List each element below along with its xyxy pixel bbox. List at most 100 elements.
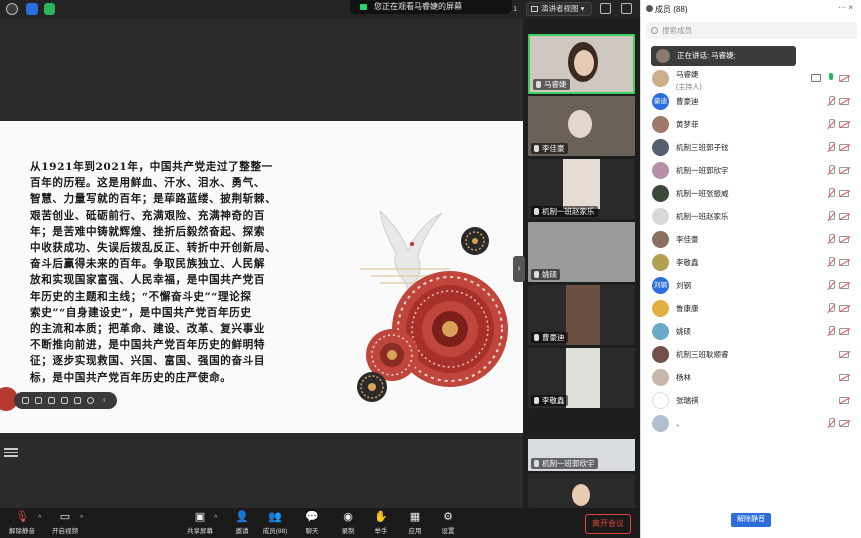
- participant-row[interactable]: 马睿婕 (主持人): [641, 68, 861, 91]
- members-button[interactable]: 👥 成员(88): [255, 510, 295, 536]
- mic-muted-icon[interactable]: [827, 188, 835, 199]
- chevron-right-icon: ›: [517, 263, 521, 274]
- participant-row[interactable]: 黄梦菲: [641, 114, 861, 136]
- pen-icon[interactable]: [22, 397, 29, 404]
- slide-text-line: 智慧、力量写就的百年；是荜路蓝缕、披荆斩棘、: [30, 193, 277, 206]
- participant-row[interactable]: 李佳豪: [641, 229, 861, 251]
- mic-muted-icon[interactable]: [827, 234, 835, 245]
- leave-meeting-button[interactable]: 离开会议: [585, 514, 631, 534]
- mic-muted-icon[interactable]: [827, 280, 835, 291]
- slide-text-line: 百年的历程。这是用鲜血、汗水、泪水、勇气、: [30, 177, 266, 190]
- avatar: [652, 254, 669, 271]
- info-icon[interactable]: [6, 3, 18, 15]
- camera-off-icon[interactable]: [839, 75, 849, 82]
- video-tile[interactable]: 马睿婕: [528, 34, 635, 94]
- chrysanthemum-small: [357, 372, 387, 402]
- share-screen-button[interactable]: ▣ 共享屏幕: [180, 510, 220, 536]
- erase-icon[interactable]: [74, 397, 81, 404]
- mic-muted-icon[interactable]: [827, 119, 835, 130]
- camera-off-icon[interactable]: [839, 351, 849, 358]
- mic-muted-icon[interactable]: [827, 165, 835, 176]
- video-tile[interactable]: 李敬鑫: [528, 348, 635, 408]
- mic-muted-icon[interactable]: [827, 142, 835, 153]
- camera-off-icon[interactable]: [839, 213, 849, 220]
- camera-off-icon[interactable]: [839, 305, 849, 312]
- gallery-collapse-tab[interactable]: ›: [513, 256, 525, 282]
- camera-off-icon[interactable]: [839, 236, 849, 243]
- screenshot-icon[interactable]: [48, 397, 55, 404]
- participant-row[interactable]: 机制三班郭子铉: [641, 137, 861, 159]
- fullscreen-icon[interactable]: [600, 3, 611, 14]
- camera-off-icon[interactable]: [839, 374, 849, 381]
- mic-muted-icon[interactable]: [827, 96, 835, 107]
- avatar: 刘钢: [652, 277, 669, 294]
- participant-row[interactable]: 机制一班郭欣宇: [641, 160, 861, 182]
- participant-row[interactable]: 李敬鑫: [641, 252, 861, 274]
- participant-row[interactable]: 机制三班耿顺睿: [641, 344, 861, 366]
- security-shield-icon[interactable]: [26, 3, 38, 15]
- participant-row[interactable]: 、: [641, 413, 861, 435]
- participant-row[interactable]: 刘钢 刘钢: [641, 275, 861, 297]
- mic-on-icon[interactable]: [827, 73, 835, 84]
- mic-muted-icon[interactable]: [827, 211, 835, 222]
- viewing-banner[interactable]: 您正在观看马睿婕的屏幕: [350, 0, 512, 14]
- sidebar-toggle-icon[interactable]: [621, 3, 632, 14]
- start-video-button[interactable]: ▭ 开启视频: [45, 510, 85, 536]
- avatar: [656, 49, 670, 63]
- participant-row[interactable]: 鲁康康: [641, 298, 861, 320]
- video-tile[interactable]: 机制一班赵家乐: [528, 159, 635, 219]
- more-icon[interactable]: [87, 397, 94, 404]
- slide-text-line: 奋斗后赢得未来的百年。争取民族独立、人民解: [30, 258, 266, 271]
- camera-off-icon[interactable]: [839, 144, 849, 151]
- speaker-view-button[interactable]: 演讲者视图 ▾: [526, 2, 592, 16]
- camera-off-icon[interactable]: [839, 328, 849, 335]
- participant-name: 鲁康康: [676, 304, 699, 313]
- share-options-caret[interactable]: ^: [214, 515, 217, 522]
- video-tile[interactable]: 机制一班郭欣宇: [528, 411, 635, 471]
- settings-button[interactable]: ⚙ 设置: [428, 510, 468, 536]
- camera-off-icon[interactable]: [839, 121, 849, 128]
- unmute-button[interactable]: 🎙 解除静音: [2, 510, 42, 536]
- participant-row[interactable]: 杨林: [641, 367, 861, 389]
- participant-row[interactable]: 张瑞祺: [641, 390, 861, 412]
- unmute-all-button[interactable]: 解除静音: [731, 513, 771, 527]
- participant-row[interactable]: 豪迪 曹豪迪: [641, 91, 861, 113]
- camera-off-icon[interactable]: [839, 420, 849, 427]
- audio-options-caret[interactable]: ^: [38, 515, 41, 522]
- camera-off-icon[interactable]: [839, 167, 849, 174]
- mic-muted-icon[interactable]: [827, 418, 835, 429]
- tile-name: 马睿婕: [533, 79, 570, 90]
- chat-button[interactable]: 💬 聊天: [292, 510, 332, 536]
- participant-name: 、: [676, 419, 684, 428]
- banner-text: 您正在观看马睿婕的屏幕: [374, 2, 462, 11]
- members-label: 成员(88): [262, 528, 288, 535]
- video-options-caret[interactable]: ^: [80, 515, 83, 522]
- participant-name: 姚硕: [676, 327, 691, 336]
- video-tile[interactable]: 曹豪迪: [528, 285, 635, 345]
- participant-row[interactable]: 姚硕: [641, 321, 861, 343]
- participant-name: 刘钢: [676, 281, 691, 290]
- collapse-arrow-icon[interactable]: ‹: [103, 395, 110, 404]
- participant-row[interactable]: 机制一班赵家乐: [641, 206, 861, 228]
- video-tile[interactable]: 李佳豪: [528, 96, 635, 156]
- camera-off-icon[interactable]: [839, 98, 849, 105]
- participant-face: [572, 484, 590, 506]
- camera-off-icon[interactable]: [839, 190, 849, 197]
- annotation-toolbar[interactable]: ‹: [14, 392, 117, 409]
- mic-muted-icon[interactable]: [827, 303, 835, 314]
- camera-off-icon[interactable]: [839, 259, 849, 266]
- panel-actions[interactable]: ··· ×: [838, 3, 853, 12]
- comment-icon[interactable]: [61, 397, 68, 404]
- mic-muted-icon[interactable]: [827, 257, 835, 268]
- participant-name: 李佳豪: [676, 235, 699, 244]
- mic-muted-icon[interactable]: [827, 326, 835, 337]
- list-icon[interactable]: [4, 446, 18, 458]
- participant-row[interactable]: 机制一班张振威: [641, 183, 861, 205]
- camera-off-icon[interactable]: [839, 282, 849, 289]
- select-icon[interactable]: [35, 397, 42, 404]
- camera-off-icon[interactable]: [839, 397, 849, 404]
- signal-strength-icon[interactable]: [44, 3, 55, 15]
- video-tile[interactable]: [528, 474, 635, 508]
- member-search-input[interactable]: 搜索成员: [646, 22, 857, 39]
- video-tile[interactable]: 姚硕: [528, 222, 635, 282]
